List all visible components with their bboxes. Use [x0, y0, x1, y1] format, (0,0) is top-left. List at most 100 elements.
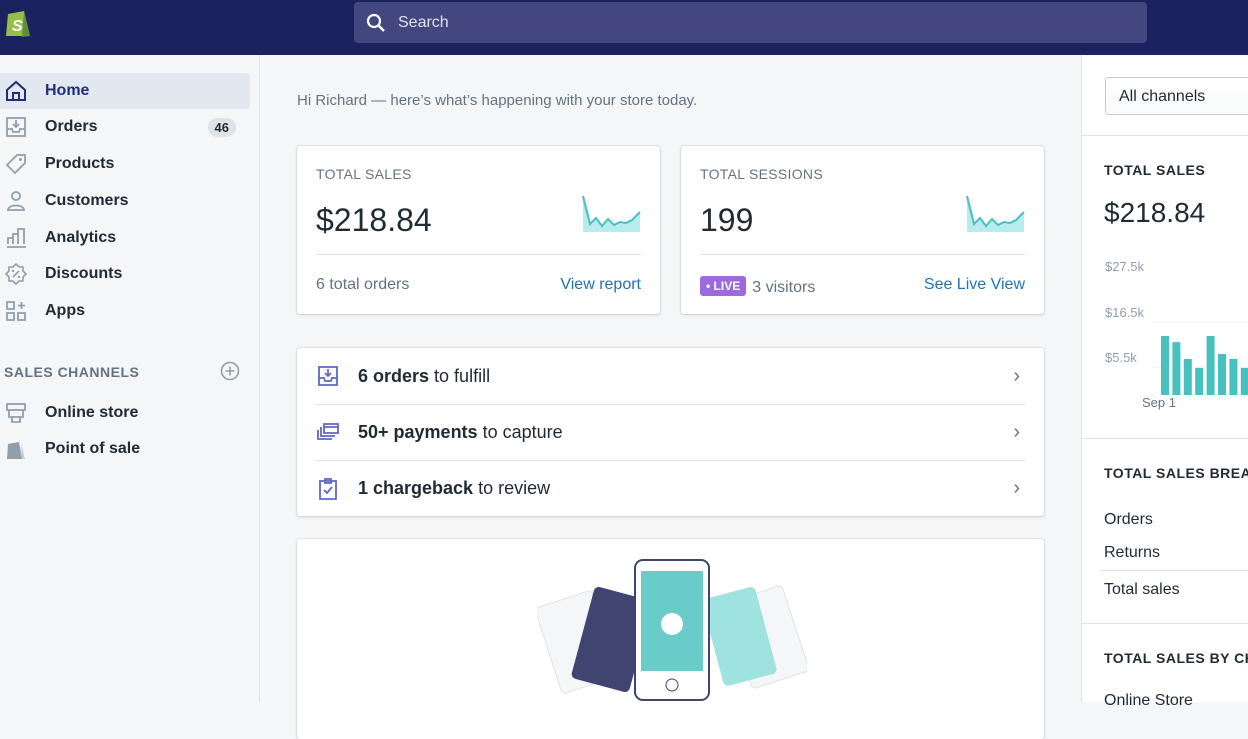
sales-bar[interactable] — [1161, 336, 1169, 395]
orders-icon — [6, 117, 26, 137]
sales-bar[interactable] — [1229, 358, 1238, 395]
task-text: to review — [473, 478, 551, 498]
sidebar-item-label: Products — [45, 155, 115, 172]
payments-icon — [317, 422, 339, 440]
task-count: 6 orders — [358, 365, 430, 386]
sidebar-item-home[interactable]: Home — [0, 73, 250, 109]
divider — [1082, 623, 1248, 624]
sidebar-item-label: Apps — [45, 302, 85, 319]
apps-icon — [6, 301, 26, 321]
breakdown-title: TOTAL SALES BREAK — [1104, 465, 1248, 481]
sales-channels-heading: SALES CHANNELS — [4, 364, 140, 380]
view-report-link[interactable]: View report — [560, 276, 641, 294]
task-fulfill-orders[interactable]: 6 orders to fulfill › — [316, 348, 1025, 404]
sparkline-area — [583, 196, 640, 232]
breakdown-row: Orders — [1104, 511, 1153, 528]
sales-bar[interactable] — [1206, 336, 1215, 395]
store-icon — [6, 403, 26, 423]
top-bar: S Search — [0, 0, 1248, 55]
sales-bar[interactable] — [1183, 358, 1192, 395]
tag-icon — [5, 154, 26, 175]
task-count: 50+ payments — [358, 422, 478, 442]
task-review-chargeback[interactable]: 1 chargeback to review › — [316, 460, 1025, 516]
sidebar-item-products[interactable]: Products — [0, 146, 250, 182]
orders-count-badge: 46 — [207, 117, 236, 137]
visitors-count: 3 visitors — [752, 279, 816, 296]
sidebar-item-apps[interactable]: Apps — [0, 293, 250, 329]
svg-text:S: S — [12, 18, 23, 35]
divider — [1100, 570, 1248, 571]
sidebar-item-label: Discounts — [45, 265, 123, 282]
sidebar-item-customers[interactable]: Customers — [0, 183, 250, 219]
pos-promo-card — [297, 539, 1044, 739]
pos-illustration — [537, 559, 807, 701]
sales-bar-chart — [1152, 321, 1248, 395]
sales-bar[interactable] — [1240, 367, 1248, 395]
person-icon — [7, 191, 25, 211]
sidebar: Home Orders 46 Products Customers Analyti… — [0, 55, 260, 702]
sessions-sparkline — [966, 195, 1025, 232]
search-placeholder: Search — [398, 13, 449, 31]
total-sales-value: $218.84 — [1104, 197, 1206, 228]
sales-bar[interactable] — [1195, 367, 1204, 395]
y-tick-label: $16.5k — [1105, 305, 1145, 320]
sales-bar[interactable] — [1172, 342, 1181, 395]
right-panel: All channels TOTAL SALES $218.84 $27.5k … — [1081, 55, 1248, 709]
task-capture-payments[interactable]: 50+ payments to capture › — [316, 404, 1025, 460]
sidebar-item-label: Customers — [45, 192, 129, 209]
breakdown-row: Total sales — [1104, 581, 1180, 598]
sidebar-item-label: Analytics — [45, 229, 117, 246]
task-count: 1 chargeback — [358, 478, 474, 498]
task-text: to capture — [477, 422, 563, 442]
x-tick-label: Sep 1 — [1142, 395, 1176, 410]
search-input[interactable]: Search — [354, 2, 1147, 43]
pos-icon — [7, 442, 25, 459]
chevron-right-icon: › — [1013, 421, 1020, 443]
by-channel-title: TOTAL SALES BY CHA — [1104, 650, 1248, 666]
card-title: TOTAL SESSIONS — [700, 166, 823, 182]
main-content: Hi Richard — here’s what’s happening wit… — [261, 55, 1080, 739]
chevron-right-icon: › — [1013, 364, 1020, 387]
divider — [1082, 438, 1248, 439]
sidebar-item-discounts[interactable]: Discounts — [0, 256, 250, 292]
channel-select[interactable]: All channels — [1105, 77, 1248, 115]
card-footer: 6 total orders — [316, 276, 410, 293]
sales-sparkline — [582, 195, 641, 232]
see-live-view-link[interactable]: See Live View — [924, 276, 1025, 294]
channel-row: Online Store — [1104, 692, 1193, 709]
sidebar-item-label: Point of sale — [45, 440, 141, 457]
sidebar-item-online-store[interactable]: Online store — [0, 395, 250, 431]
card-value: 199 — [700, 202, 754, 238]
divider — [316, 254, 641, 255]
bar-chart-icon — [7, 228, 26, 248]
inbox-icon — [318, 366, 338, 386]
sidebar-item-label: Online store — [45, 404, 139, 421]
chevron-right-icon: › — [1013, 477, 1020, 499]
card-footer: • LIVE 3 visitors — [700, 276, 815, 297]
sidebar-item-analytics[interactable]: Analytics — [0, 220, 250, 256]
total-sales-title: TOTAL SALES — [1104, 162, 1206, 178]
search-icon — [366, 13, 385, 32]
total-sessions-card: TOTAL SESSIONS 199 • LIVE 3 visitors See … — [681, 146, 1044, 314]
sidebar-item-orders[interactable]: Orders 46 — [0, 109, 250, 145]
home-icon — [6, 80, 26, 101]
y-tick-label: $5.5k — [1105, 350, 1137, 365]
divider — [700, 254, 1025, 255]
sparkline-area — [967, 196, 1024, 232]
task-text: to fulfill — [429, 365, 491, 386]
y-tick-label: $27.5k — [1105, 259, 1145, 274]
greeting: Hi Richard — here’s what’s happening wit… — [297, 92, 698, 109]
tasks-card: 6 orders to fulfill › 50+ payments to cap… — [297, 348, 1044, 516]
divider — [1082, 135, 1248, 136]
sidebar-item-label: Home — [45, 82, 90, 99]
total-sales-card: TOTAL SALES $218.84 6 total orders View … — [297, 146, 660, 314]
discount-icon — [4, 262, 28, 286]
breakdown-row: Returns — [1104, 544, 1161, 561]
add-channel-icon[interactable] — [220, 361, 240, 381]
sidebar-item-label: Orders — [45, 118, 98, 135]
sidebar-item-point-of-sale[interactable]: Point of sale — [0, 431, 250, 467]
shopify-logo[interactable]: S — [4, 6, 32, 38]
live-badge: • LIVE — [700, 276, 747, 296]
card-title: TOTAL SALES — [316, 166, 412, 182]
sales-bar[interactable] — [1218, 354, 1226, 395]
